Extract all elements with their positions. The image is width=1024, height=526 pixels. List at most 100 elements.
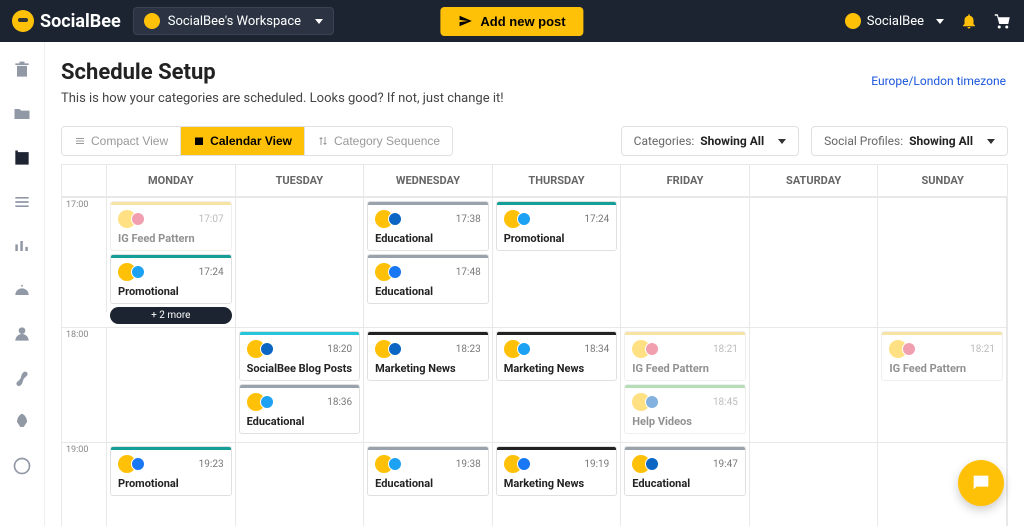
day-cell[interactable]: [107, 327, 236, 442]
day-cell[interactable]: [750, 327, 879, 442]
chevron-down-icon: [987, 139, 995, 144]
time-col-header: [62, 165, 107, 196]
event-icons: [247, 340, 274, 358]
day-cell[interactable]: [878, 197, 1007, 327]
event-icons: [375, 455, 402, 473]
event-card[interactable]: 17:38Educational: [367, 201, 489, 251]
compact-view-button[interactable]: Compact View: [62, 127, 181, 155]
event-card[interactable]: 17:24 Promotional: [496, 201, 618, 251]
view-toggle-group: Compact View Calendar View Category Sequ…: [61, 126, 453, 156]
instagram-icon: [131, 212, 145, 226]
event-card[interactable]: 18:21IG Feed Pattern: [881, 331, 1003, 381]
user-area: SocialBee: [845, 12, 1012, 30]
event-time: 18:23: [456, 344, 481, 355]
facebook-icon: [388, 265, 402, 279]
folder-icon[interactable]: [12, 104, 32, 124]
event-title: Marketing News: [375, 362, 481, 375]
page-header: Schedule Setup This is how your categori…: [61, 60, 1008, 106]
event-card[interactable]: 19:47Educational: [624, 446, 746, 496]
day-cell[interactable]: [750, 197, 879, 327]
analytics-icon[interactable]: [12, 236, 32, 256]
event-title: SocialBee Blog Posts: [247, 362, 353, 375]
toolbar: Compact View Calendar View Category Sequ…: [61, 126, 1008, 156]
event-card[interactable]: 19:38Educational: [367, 446, 489, 496]
event-icons: [504, 210, 531, 228]
event-icons: [375, 263, 402, 281]
event-card[interactable]: 17:24Promotional: [110, 254, 232, 304]
event-card[interactable]: 19:23Promotional: [110, 446, 232, 496]
day-header: SUNDAY: [878, 165, 1007, 196]
day-header: TUESDAY: [236, 165, 365, 196]
hour-label: 17:00: [62, 197, 107, 312]
event-time: 18:21: [713, 344, 738, 355]
event-title: Marketing News: [504, 362, 610, 375]
event-card[interactable]: 17:48Educational: [367, 254, 489, 304]
day-cell[interactable]: 19:47Educational: [621, 442, 750, 526]
cart-icon[interactable]: [994, 12, 1012, 30]
day-cell[interactable]: 18:34Marketing News: [493, 327, 622, 442]
bee-icon: [144, 13, 160, 29]
concierge-icon[interactable]: [12, 280, 32, 300]
day-cell[interactable]: [236, 197, 365, 327]
day-cell[interactable]: 18:23 Marketing News: [364, 327, 493, 442]
brand-text: SocialBee: [40, 11, 121, 32]
filters: Categories: Showing All Social Profiles:…: [621, 126, 1008, 156]
list-icon[interactable]: [12, 192, 32, 212]
category-sequence-button[interactable]: Category Sequence: [305, 127, 452, 155]
event-card[interactable]: 18:23 Marketing News: [367, 331, 489, 381]
timezone-link[interactable]: Europe/London timezone: [871, 74, 1006, 88]
users-icon[interactable]: [12, 324, 32, 344]
event-card[interactable]: 17:07IG Feed Pattern: [110, 201, 232, 251]
link-icon[interactable]: [12, 368, 32, 388]
main-area: Schedule Setup This is how your categori…: [0, 42, 1024, 526]
event-card[interactable]: 18:21IG Feed Pattern: [624, 331, 746, 381]
day-cell[interactable]: [621, 197, 750, 327]
day-cell[interactable]: 17:24 Promotional: [493, 197, 622, 327]
day-cell[interactable]: 18:21IG Feed Pattern18:45Help Videos: [621, 327, 750, 442]
day-cell[interactable]: 19:19Marketing News: [493, 442, 622, 526]
hour-label: 18:00: [62, 327, 107, 442]
day-cell[interactable]: 18:20 SocialBee Blog Posts 18:36Educationa…: [236, 327, 365, 442]
event-card[interactable]: 18:20 SocialBee Blog Posts: [239, 331, 361, 381]
chat-fab[interactable]: [958, 460, 1004, 506]
event-card[interactable]: 18:34Marketing News: [496, 331, 618, 381]
globe-icon[interactable]: [12, 456, 32, 476]
workspace-selector[interactable]: SocialBee's Workspace: [133, 7, 334, 35]
sidebar: [0, 42, 45, 526]
day-cell[interactable]: 19:23Promotional: [107, 442, 236, 526]
chat-icon: [970, 472, 992, 494]
calendar-icon[interactable]: [12, 148, 32, 168]
notifications-icon[interactable]: [960, 12, 978, 30]
day-cell[interactable]: 19:38Educational: [364, 442, 493, 526]
day-cell[interactable]: 17:07IG Feed Pattern17:24Promotional + 2 …: [107, 197, 236, 327]
day-cell[interactable]: 17:38Educational17:48Educational: [364, 197, 493, 327]
categories-filter[interactable]: Categories: Showing All: [621, 126, 800, 156]
event-title: Promotional: [504, 232, 610, 245]
paper-plane-icon: [458, 14, 472, 28]
add-post-button[interactable]: Add new post: [440, 7, 583, 36]
day-cell[interactable]: [236, 442, 365, 526]
event-title: Help Videos: [632, 415, 738, 428]
event-icons: [375, 340, 402, 358]
day-cell[interactable]: 18:21IG Feed Pattern: [878, 327, 1007, 442]
trash-icon[interactable]: [12, 60, 32, 80]
event-card[interactable]: 18:45Help Videos: [624, 384, 746, 434]
brand-logo[interactable]: SocialBee: [12, 10, 121, 32]
event-card[interactable]: 19:19Marketing News: [496, 446, 618, 496]
day-header: SATURDAY: [750, 165, 879, 196]
user-menu[interactable]: SocialBee: [845, 13, 944, 29]
event-time: 19:19: [584, 459, 609, 470]
calendar-view-button[interactable]: Calendar View: [181, 127, 305, 155]
event-icons: [632, 340, 659, 358]
calendar-body: 17:0017:07IG Feed Pattern17:24Promotiona…: [62, 197, 1007, 526]
profiles-filter[interactable]: Social Profiles: Showing All: [811, 126, 1008, 156]
event-time: 17:24: [584, 214, 609, 225]
event-time: 18:20: [327, 344, 352, 355]
page-subtitle: This is how your categories are schedule…: [61, 91, 1008, 106]
day-cell[interactable]: [750, 442, 879, 526]
rocket-icon[interactable]: [12, 412, 32, 432]
linkedin-icon: [388, 342, 402, 356]
more-events-badge[interactable]: + 2 more: [110, 307, 232, 324]
event-card[interactable]: 18:36Educational: [239, 384, 361, 434]
event-time: 17:24: [199, 267, 224, 278]
